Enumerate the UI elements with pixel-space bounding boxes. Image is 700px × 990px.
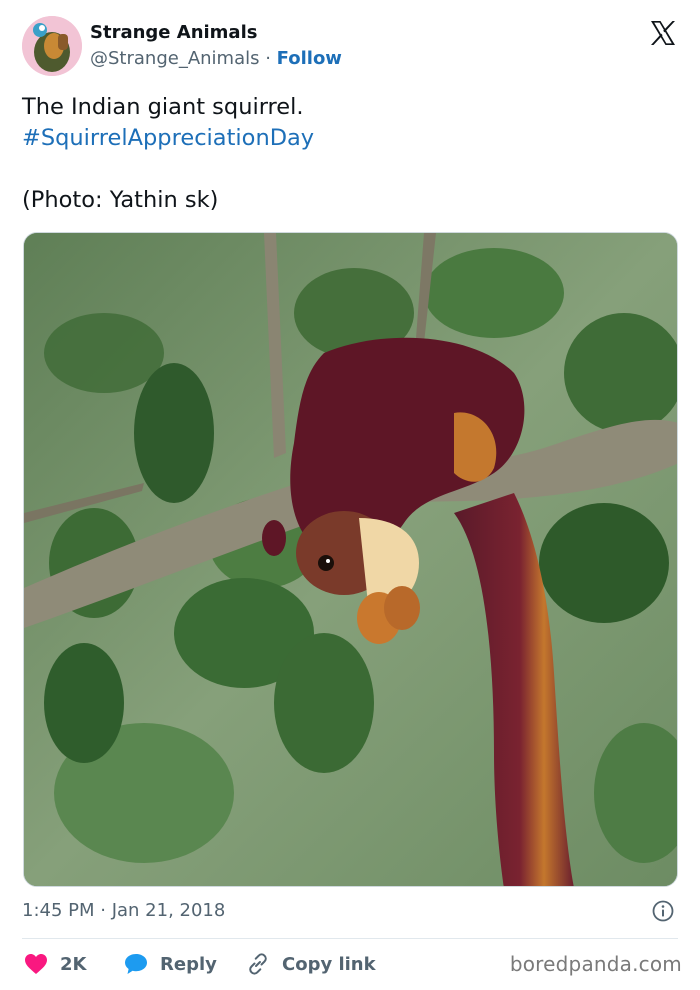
squirrel-photo xyxy=(24,233,677,886)
reply-button[interactable]: Reply xyxy=(124,950,217,978)
like-count: 2K xyxy=(60,953,87,975)
actions-divider xyxy=(22,938,678,939)
tweet-actions: 2K Reply Copy link boredpanda.com xyxy=(22,950,682,978)
copy-link-button[interactable]: Copy link xyxy=(246,950,376,978)
tweet-time: 1:45 PM xyxy=(22,900,95,921)
link-icon xyxy=(249,953,267,975)
hashtag-link[interactable]: #SquirrelAppreciationDay xyxy=(22,123,672,154)
author-handle[interactable]: @Strange_Animals xyxy=(90,48,260,69)
avatar-image xyxy=(22,16,82,76)
like-button[interactable]: 2K xyxy=(24,950,86,978)
author-name[interactable]: Strange Animals xyxy=(90,22,257,43)
boredpanda-watermark: boredpanda.com xyxy=(509,952,682,976)
tweet-photo[interactable] xyxy=(23,232,678,887)
follow-button[interactable]: Follow xyxy=(277,48,342,69)
handle-separator: · xyxy=(259,48,277,69)
tweet-line-1: The Indian giant squirrel. xyxy=(22,94,304,120)
author-handle-line: @Strange_Animals · Follow xyxy=(90,48,342,69)
x-logo-icon[interactable] xyxy=(648,18,678,48)
tweet-date: Jan 21, 2018 xyxy=(111,900,226,921)
avatar[interactable] xyxy=(22,16,82,76)
meta-separator: · xyxy=(94,900,112,921)
photo-credit: (Photo: Yathin sk) xyxy=(22,187,219,213)
tweet-text: The Indian giant squirrel. #SquirrelAppr… xyxy=(22,92,672,216)
info-icon[interactable] xyxy=(652,900,674,922)
tweet-timestamp[interactable]: 1:45 PM · Jan 21, 2018 xyxy=(22,900,225,921)
reply-label: Reply xyxy=(160,953,217,975)
speech-bubble-icon xyxy=(125,954,147,974)
copy-link-label: Copy link xyxy=(282,953,376,975)
tweet-header: Strange Animals @Strange_Animals · Follo… xyxy=(22,16,678,78)
heart-icon xyxy=(25,954,47,974)
